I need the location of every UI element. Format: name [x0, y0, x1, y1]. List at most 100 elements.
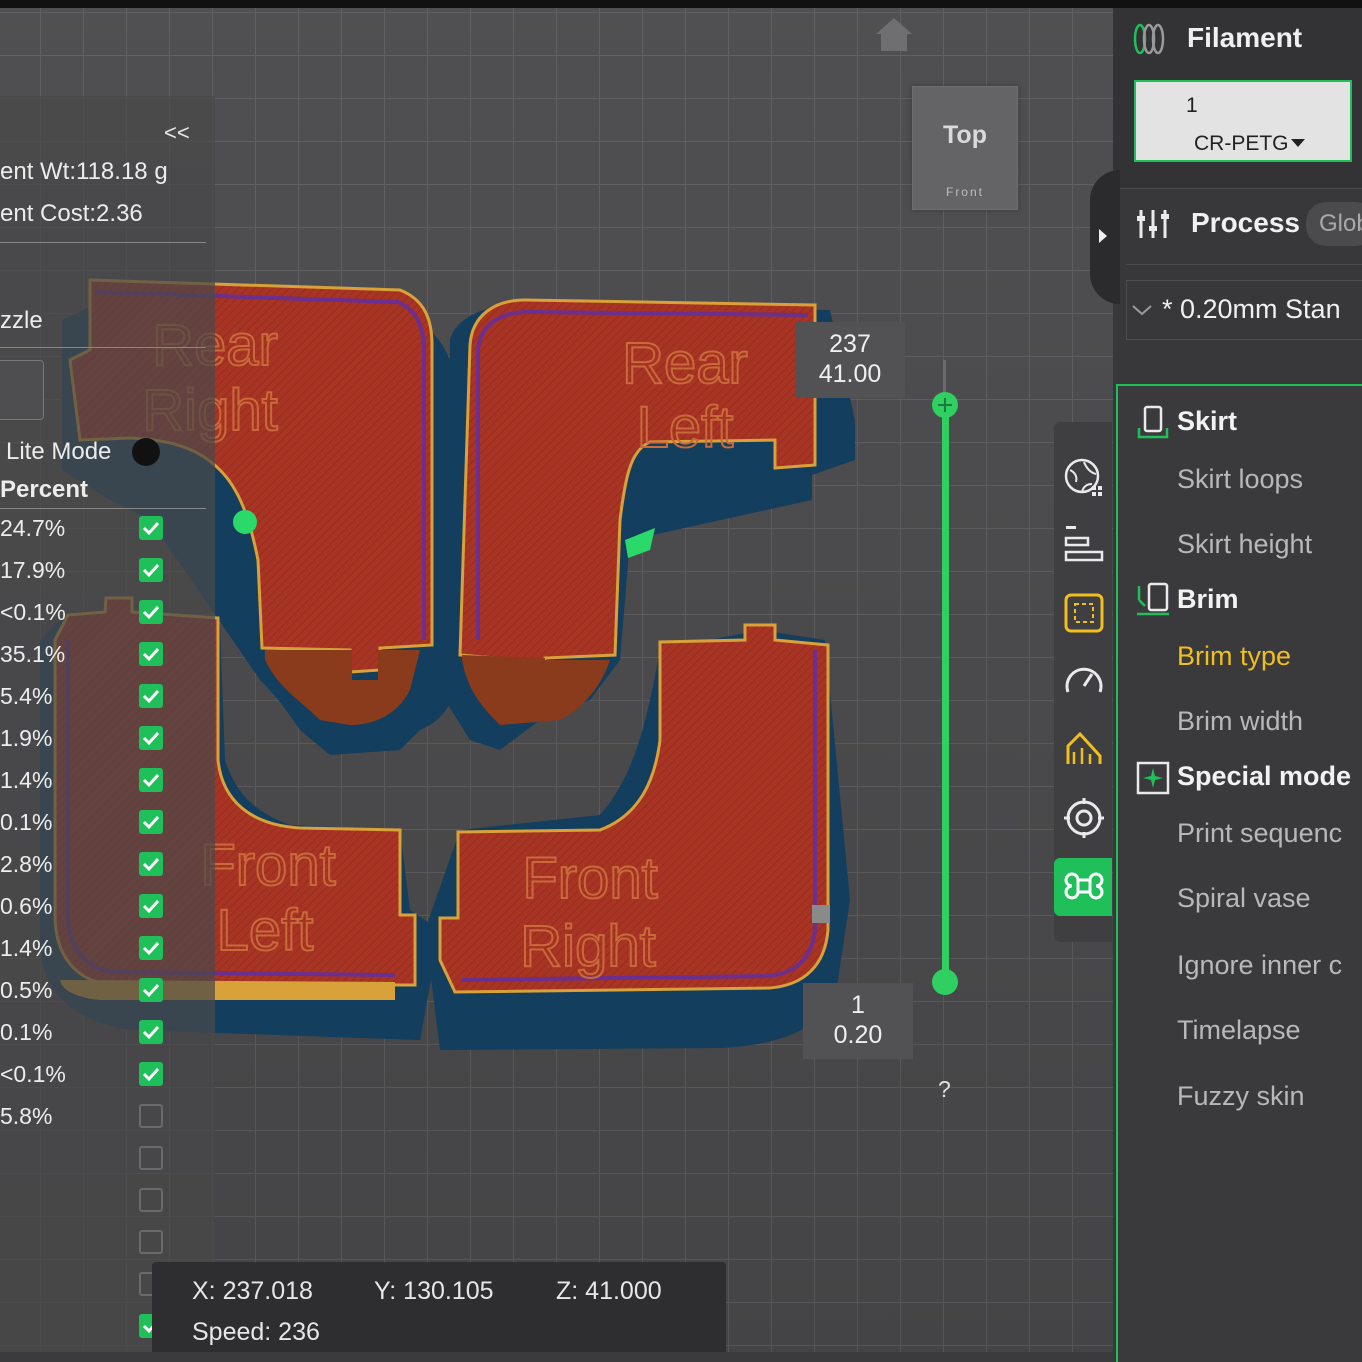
bottom-layer-indicator: 1 0.20 [803, 983, 913, 1059]
option-skirt-loops[interactable]: Skirt loops [1177, 464, 1303, 495]
label-front-left-1: Front [200, 833, 335, 898]
option-fuzzy-skin[interactable]: Fuzzy skin [1177, 1081, 1305, 1112]
legend-divider [0, 508, 206, 509]
bounding-box-icon[interactable] [1062, 591, 1106, 635]
slider-help-button[interactable]: ? [938, 1076, 951, 1103]
checkmark-icon [142, 647, 160, 662]
legend-row-percent: 0.6% [0, 893, 53, 919]
skirt-icon [1137, 405, 1169, 439]
filament-spool-icon [1133, 23, 1165, 55]
legend-row-percent: 17.9% [0, 557, 66, 583]
checkmark-icon [142, 731, 160, 746]
filament-name-dropdown[interactable]: CR-PETG [1194, 132, 1289, 156]
legend-row-percent: 24.7% [0, 515, 66, 541]
global-toggle-button[interactable]: Glob [1306, 202, 1362, 246]
checkmark-icon [142, 941, 160, 956]
legend-row-percent: 1.4% [0, 767, 53, 793]
legend-row-checkbox[interactable] [139, 600, 163, 624]
lite-mode-label: Lite Mode [6, 438, 112, 465]
divider [1126, 264, 1362, 265]
legend-row-percent: <0.1% [0, 1061, 66, 1087]
checkmark-icon [142, 815, 160, 830]
percent-header: Percent [0, 476, 89, 503]
lite-mode-toggle[interactable] [132, 438, 160, 466]
label-rear-left-2: Left [637, 395, 734, 460]
chevron-right-icon [1099, 229, 1107, 243]
checkmark-icon [142, 857, 160, 872]
globe-icon[interactable] [1062, 456, 1106, 500]
legend-row-checkbox[interactable] [139, 1230, 163, 1254]
legend-row-checkbox[interactable] [139, 684, 163, 708]
legend-row-checkbox[interactable] [139, 1146, 163, 1170]
legend-divider [0, 242, 206, 243]
checkmark-icon [142, 521, 160, 536]
option-print-sequence[interactable]: Print sequenc [1177, 818, 1342, 849]
legend-row-percent: 35.1% [0, 641, 66, 667]
checkmark-icon [142, 1067, 160, 1082]
z-coordinate: Z: 41.000 [556, 1277, 662, 1305]
option-skirt-height[interactable]: Skirt height [1177, 529, 1312, 560]
cursor-status-bar: X: 237.018 Y: 130.105 Z: 41.000 Speed: 2… [152, 1262, 726, 1358]
caret-down-icon [1291, 139, 1305, 147]
legend-row-checkbox[interactable] [139, 1062, 163, 1086]
legend-row-checkbox[interactable] [139, 1020, 163, 1044]
filament-slot-number: 1 [1186, 94, 1198, 117]
legend-collapse-button[interactable]: << [164, 120, 190, 146]
section-brim: Brim [1177, 584, 1239, 614]
legend-row-percent: 2.8% [0, 851, 53, 877]
legend-row-checkbox[interactable] [139, 810, 163, 834]
legend-row-checkbox[interactable] [139, 936, 163, 960]
legend-row-checkbox[interactable] [139, 978, 163, 1002]
layer-slider-top-handle[interactable] [932, 392, 958, 418]
y-coordinate: Y: 130.105 [374, 1277, 494, 1305]
align-icon[interactable] [1062, 522, 1106, 566]
top-layer-number: 237 [829, 330, 871, 358]
filament-cost: ent Cost:2.36 [0, 200, 143, 227]
layer-slider-bottom-handle[interactable] [932, 969, 958, 995]
section-special-mode: Special mode [1177, 761, 1352, 791]
legend-row-checkbox[interactable] [139, 894, 163, 918]
process-title: Process [1191, 207, 1300, 238]
legend-row-checkbox[interactable] [139, 642, 163, 666]
part-handle-icon[interactable] [812, 905, 830, 923]
special-mode-icon [1136, 761, 1170, 795]
option-ignore-inner[interactable]: Ignore inner c [1177, 950, 1342, 981]
option-spiral-vase[interactable]: Spiral vase [1177, 883, 1311, 914]
legend-row-percent: 5.4% [0, 683, 53, 709]
checkmark-icon [142, 1025, 160, 1040]
legend-row-percent: 0.1% [0, 809, 53, 835]
filament-weight: ent Wt:118.18 g [0, 158, 168, 185]
support-paint-icon[interactable] [1062, 726, 1106, 770]
divider [1113, 188, 1362, 189]
process-preset-name[interactable]: * 0.20mm Stan [1162, 294, 1341, 325]
label-front-left-2: Left [217, 898, 314, 963]
option-brim-type[interactable]: Brim type [1177, 641, 1291, 672]
layer-slider-range[interactable] [942, 404, 949, 982]
bottom-layer-height: 0.20 [833, 1021, 883, 1049]
legend-row-percent: 5.8% [0, 1103, 53, 1129]
chevron-down-icon [1132, 305, 1152, 316]
legend-row-checkbox[interactable] [139, 516, 163, 540]
bottom-layer-number: 1 [851, 991, 865, 1019]
nozzle-select[interactable] [0, 360, 44, 420]
top-layer-height: 41.00 [818, 360, 882, 388]
legend-row-checkbox[interactable] [139, 1188, 163, 1212]
checkmark-icon [142, 605, 160, 620]
option-timelapse[interactable]: Timelapse [1177, 1015, 1301, 1046]
target-icon[interactable] [1062, 796, 1106, 840]
speed-gauge-icon[interactable] [1062, 660, 1106, 704]
legend-row-checkbox[interactable] [139, 726, 163, 750]
viewport-bottom-strip [0, 1352, 1113, 1362]
label-front-right-2: Right [520, 914, 655, 979]
top-layer-indicator: 237 41.00 [795, 322, 905, 398]
filament-slot-1[interactable]: 1 CR-PETG [1134, 80, 1352, 162]
filament-title: Filament [1187, 22, 1303, 53]
legend-row-checkbox[interactable] [139, 768, 163, 792]
legend-row-checkbox[interactable] [139, 1104, 163, 1128]
checkmark-icon [142, 899, 160, 914]
option-brim-width[interactable]: Brim width [1177, 706, 1303, 737]
legend-row-checkbox[interactable] [139, 852, 163, 876]
legend-row-percent: 0.1% [0, 1019, 53, 1045]
legend-row-checkbox[interactable] [139, 558, 163, 582]
legend-row-percent: 1.9% [0, 725, 53, 751]
